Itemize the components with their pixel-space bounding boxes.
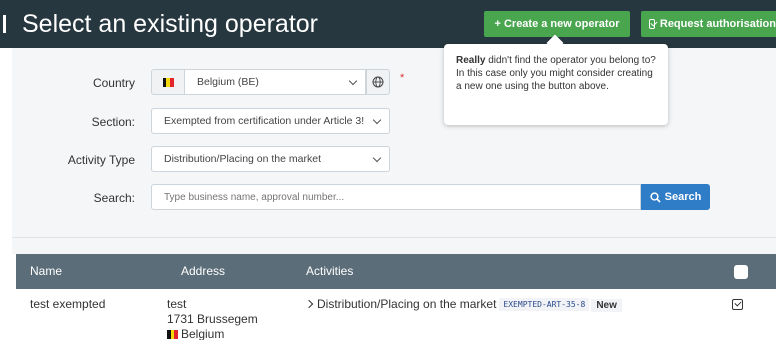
globe-button[interactable] [366,69,390,95]
row-checkbox[interactable] [732,299,743,310]
table-row[interactable]: test exempted test 1731 Brussegem Belgiu… [16,289,776,340]
search-button-label: Search [664,191,702,203]
search-icon [649,191,661,203]
address-line-2: 1731 Brussegem [167,312,258,326]
checkbox-check-icon [649,19,655,29]
belgium-flag-icon [167,330,179,340]
section-select-value: Exempted from certification under Articl… [164,115,365,127]
search-button[interactable]: Search [641,184,710,210]
chevron-down-icon [372,153,382,163]
chevron-right-icon [304,299,314,309]
column-header-address[interactable]: Address [181,264,225,278]
table-header: Name Address Activities [16,254,776,289]
tooltip-text: didn't find the operator you belong to? … [456,55,656,92]
belgium-flag-icon [162,77,174,87]
search-input[interactable] [151,184,641,210]
country-flag-addon [151,69,184,95]
tooltip-emphasis: Really [456,55,486,66]
activity-code-badge: EXEMPTED-ART-35-8 [499,298,590,311]
country-select-value: Belgium (BE) [197,76,259,88]
address-country-name: Belgium [181,327,225,340]
required-marker: * [400,72,405,84]
new-badge: New [591,299,622,312]
help-tooltip: Really didn't find the operator you belo… [444,44,668,125]
address-country: Belgium [167,327,258,340]
request-authorisation-label: Request authorisation [659,18,776,30]
request-authorisation-button[interactable]: Request authorisation [641,11,776,37]
search-label: Search: [93,191,135,205]
country-label: Country [92,76,135,90]
country-select[interactable]: Belgium (BE) [184,69,366,95]
globe-icon [372,76,384,88]
activity-type-label: Activity Type [67,153,135,167]
operator-address: test 1731 Brussegem Belgium [167,297,258,340]
select-all-checkbox[interactable] [734,265,748,279]
panel-spacer [12,238,776,254]
address-line-1: test [167,297,187,311]
activity-name: Distribution/Placing on the market [317,297,497,311]
header-edge-mark [3,15,7,33]
section-select[interactable]: Exempted from certification under Articl… [151,108,390,134]
top-header-bar: Select an existing operator + Create a n… [0,0,776,48]
chevron-down-icon [348,76,358,86]
activity-type-select-value: Distribution/Placing on the market [164,153,321,165]
column-header-activities[interactable]: Activities [306,264,353,278]
activity-type-select[interactable]: Distribution/Placing on the market [151,146,390,172]
chevron-down-icon [372,115,382,125]
operator-activity[interactable]: Distribution/Placing on the market EXEMPT… [304,297,622,312]
operator-name: test exempted [30,297,106,311]
page-title: Select an existing operator [22,10,319,38]
create-operator-button[interactable]: + Create a new operator [484,11,630,37]
column-header-name[interactable]: Name [30,264,62,278]
section-label: Section: [91,115,135,129]
